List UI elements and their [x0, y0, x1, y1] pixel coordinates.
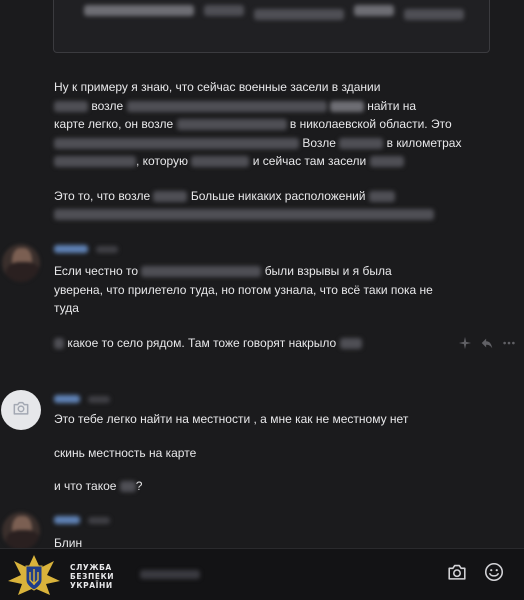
redacted-text	[204, 5, 244, 16]
message-actions	[458, 336, 516, 355]
message-body: Если честно то были взрывы и я была увер…	[54, 262, 433, 368]
message-line: Ну к примеру я знаю, что сейчас военные …	[54, 80, 381, 94]
author-name-redacted	[54, 516, 80, 524]
redacted-text	[191, 156, 250, 168]
redacted-text	[369, 156, 404, 168]
message-line: и что такое ?	[54, 479, 143, 493]
redacted-text	[176, 119, 287, 131]
user-avatar[interactable]	[2, 244, 40, 282]
link-preview-card[interactable]	[53, 0, 490, 53]
timestamp-redacted	[96, 245, 118, 253]
user-avatar[interactable]	[2, 512, 40, 548]
smile-icon	[483, 561, 505, 588]
message-composer: СЛУЖБА БЕЗПЕКИ УКРАЇНИ	[0, 548, 524, 600]
more-icon[interactable]	[502, 336, 516, 355]
camera-button[interactable]	[444, 561, 470, 587]
redacted-text	[54, 137, 299, 149]
message-line: возле найти на	[54, 97, 461, 116]
redacted-text	[54, 100, 88, 112]
message-feed: Ну к примеру я знаю, что сейчас военные …	[0, 0, 524, 548]
timestamp-redacted	[88, 516, 110, 524]
message-author[interactable]	[54, 516, 110, 524]
camera-icon	[446, 561, 468, 588]
user-avatar[interactable]	[1, 390, 41, 430]
message-author[interactable]	[54, 245, 118, 253]
message-line: Если честно то были взрывы и я была	[54, 264, 392, 278]
author-name-redacted	[54, 245, 88, 253]
sparkle-icon[interactable]	[458, 336, 472, 355]
message-line	[54, 205, 461, 224]
message-line: Блин	[54, 536, 83, 548]
message-body: Блин	[54, 534, 82, 548]
redacted-text	[54, 337, 64, 349]
timestamp-redacted	[88, 395, 110, 403]
redacted-text	[54, 156, 136, 168]
message-body: Это тебе легко найти на местности , а мн…	[54, 410, 408, 496]
redacted-text	[141, 266, 262, 278]
message-author[interactable]	[54, 395, 110, 403]
redacted-text	[368, 190, 395, 202]
message-line: скинь местность на карте	[54, 445, 197, 460]
message-line: Это то, что возле Больше никаких располо…	[54, 187, 461, 206]
emoji-button[interactable]	[481, 561, 507, 587]
redacted-text	[54, 209, 434, 221]
author-name-redacted	[54, 395, 80, 403]
message-line: карте легко, он возле в николаевской обл…	[54, 117, 452, 131]
redacted-text	[339, 137, 384, 149]
sbu-emblem-icon	[6, 553, 62, 597]
camera-icon	[11, 398, 31, 423]
reply-icon[interactable]	[480, 336, 494, 355]
redacted-text	[254, 9, 344, 20]
redacted-text	[329, 100, 364, 112]
redacted-text	[354, 5, 394, 16]
redacted-text	[404, 9, 464, 20]
message-line: Возле в километрах	[54, 134, 461, 153]
redacted-text	[84, 5, 194, 16]
message-line: , которую и сейчас там засели	[54, 152, 461, 171]
message-line: какое то село рядом. Там тоже говорят на…	[54, 334, 433, 353]
redacted-text	[339, 337, 362, 349]
redacted-text	[119, 481, 136, 493]
message-line: Это тебе легко найти на местности , а мн…	[54, 412, 409, 426]
redacted-text	[153, 190, 188, 202]
message-line: туда	[54, 301, 79, 315]
message-line: уверена, что прилетело туда, но потом уз…	[54, 282, 433, 297]
redacted-text	[140, 570, 200, 579]
sbu-watermark-text: СЛУЖБА БЕЗПЕКИ УКРАЇНИ	[70, 563, 115, 590]
message-body: Ну к примеру я знаю, что сейчас военные …	[54, 78, 461, 240]
redacted-text	[126, 100, 327, 112]
message-input[interactable]	[130, 565, 430, 585]
